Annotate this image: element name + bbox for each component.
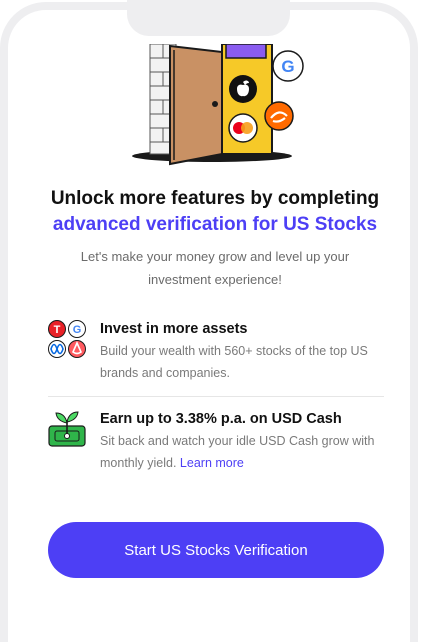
purple-card (225, 44, 267, 59)
alibaba-logo (264, 101, 294, 131)
svg-text:G: G (281, 57, 294, 76)
feature-title: Earn up to 3.38% p.a. on USD Cash (100, 411, 342, 427)
door-knob (212, 101, 218, 107)
title-line-2: advanced verification for US Stocks (52, 214, 378, 235)
plant-cash-icon (48, 411, 86, 447)
hero-illustration: G (132, 44, 304, 166)
feature-text: Earn up to 3.38% p.a. on USD Cash Sit ba… (100, 408, 390, 474)
mastercard-logo (228, 113, 258, 143)
feature-title: Invest in more assets (100, 321, 248, 337)
apple-logo (229, 75, 257, 103)
google-logo: G (272, 50, 304, 82)
device-notch (127, 0, 290, 36)
start-verification-button[interactable]: Start US Stocks Verification (48, 522, 384, 578)
divider (48, 396, 384, 397)
page-title: Unlock more features by completing advan… (20, 186, 410, 238)
feature-description: Sit back and watch your idle USD Cash gr… (100, 430, 390, 474)
svg-text:T: T (54, 324, 61, 336)
subtitle: Let's make your money grow and level up … (80, 249, 350, 287)
feature-text: Invest in more assets Build your wealth … (100, 318, 390, 384)
brand-logos-icon: T G (48, 320, 86, 358)
feature-description: Build your wealth with 560+ stocks of th… (100, 344, 368, 380)
svg-text:G: G (73, 324, 82, 336)
title-line-1: Unlock more features by completing (50, 188, 380, 209)
learn-more-link[interactable]: Learn more (180, 456, 244, 470)
